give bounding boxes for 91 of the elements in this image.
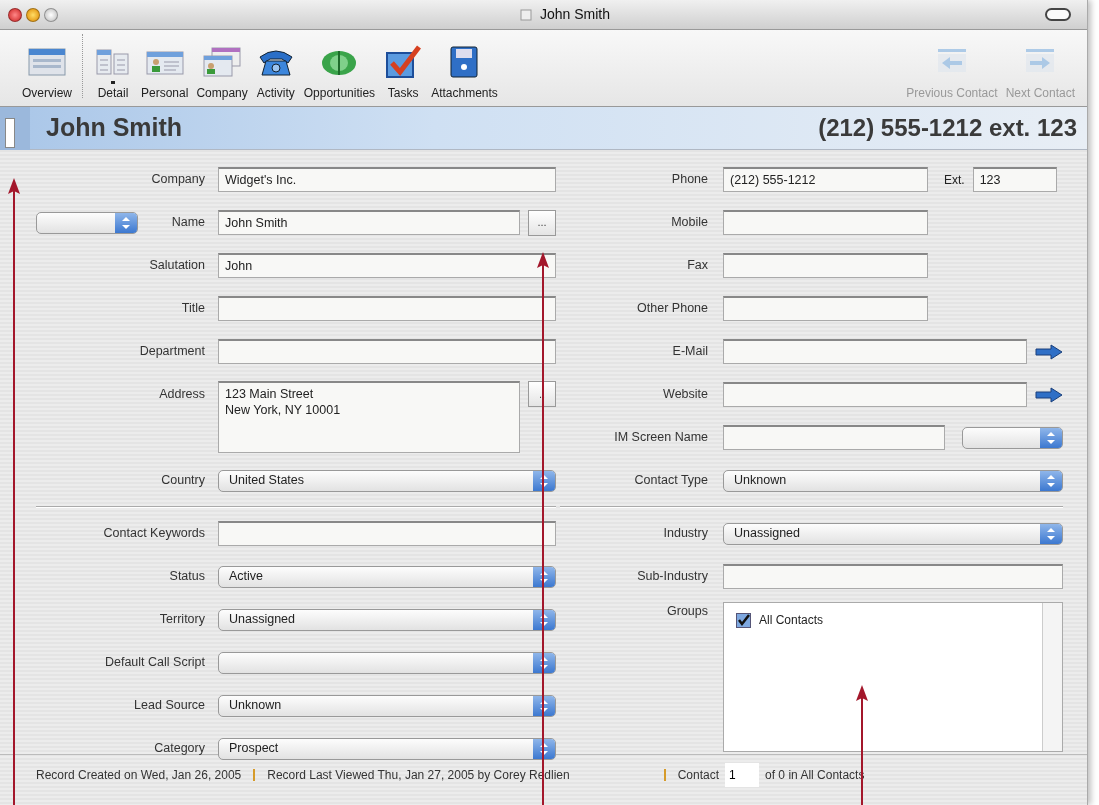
- more-button[interactable]: ..: [528, 381, 556, 407]
- stepper-icon: [540, 474, 548, 487]
- go-arrow-icon[interactable]: [1035, 387, 1063, 404]
- toolbar-button[interactable]: Detail: [89, 45, 137, 102]
- field-label: E-Mail: [672, 343, 708, 361]
- toolbar-button[interactable]: Opportunities: [299, 45, 380, 102]
- contact-phone-heading: (212) 555-1212 ext. 123: [818, 113, 1077, 143]
- dropdown[interactable]: Unassigned: [218, 608, 556, 631]
- stepper-icon: [540, 699, 548, 712]
- address-field[interactable]: 123 Main Street New York, NY 10001: [218, 381, 520, 453]
- stepper-icon: [1047, 474, 1055, 487]
- text-field[interactable]: [723, 564, 1063, 589]
- close-button[interactable]: [8, 7, 22, 22]
- zoom-button[interactable]: [44, 7, 58, 22]
- field-label: Industry: [663, 525, 708, 543]
- text-field[interactable]: [218, 521, 556, 546]
- dropdown[interactable]: Unassigned: [723, 522, 1063, 545]
- toolbar-button[interactable]: Tasks: [379, 45, 428, 102]
- text-field[interactable]: [723, 339, 1027, 364]
- field-label: Department: [139, 343, 205, 361]
- overview-icon: [27, 45, 67, 79]
- scrollbar[interactable]: [1042, 603, 1062, 751]
- window-title: John Smith: [540, 5, 611, 24]
- text-field[interactable]: John Smith: [218, 210, 520, 235]
- field-label: Name: [171, 214, 205, 232]
- field-label: Website: [663, 386, 708, 404]
- field-label: Title: [181, 300, 205, 318]
- status-text: Contact: [677, 766, 720, 784]
- field-label: Contact Keywords: [103, 525, 205, 543]
- text-field[interactable]: [723, 382, 1027, 407]
- field-label: Country: [161, 472, 205, 490]
- field-label: Territory: [159, 611, 205, 629]
- field-label: Category: [154, 740, 205, 758]
- toolbar-button[interactable]: Company: [192, 45, 252, 102]
- text-field[interactable]: [723, 425, 945, 450]
- field-label: Salutation: [149, 257, 205, 275]
- text-field[interactable]: [218, 339, 556, 364]
- stepper-icon: [540, 570, 548, 583]
- stepper-icon: [540, 613, 548, 626]
- field-label: Phone: [671, 171, 708, 189]
- text-field[interactable]: [218, 296, 556, 321]
- more-button[interactable]: ...: [528, 209, 556, 236]
- text-field[interactable]: 123: [972, 167, 1057, 192]
- dropdown[interactable]: Prospect: [218, 737, 556, 760]
- text-field[interactable]: [723, 296, 928, 321]
- dropdown[interactable]: Unknown: [723, 469, 1063, 492]
- stepper-icon: [1047, 527, 1055, 540]
- dropdown[interactable]: Active: [218, 565, 556, 588]
- status-text: Record Created on Wed, Jan 26, 2005: [36, 766, 242, 784]
- dropdown[interactable]: United States: [218, 469, 556, 492]
- field-label: Default Call Script: [104, 654, 205, 672]
- checkbox[interactable]: [736, 612, 751, 628]
- dropdown[interactable]: [36, 211, 138, 234]
- checkbox-icon: [383, 45, 424, 79]
- toolbar-button[interactable]: Attachments: [427, 45, 502, 102]
- text-field[interactable]: [723, 253, 928, 278]
- toolbar-button[interactable]: Personal: [137, 45, 193, 102]
- field-label: Ext.: [944, 171, 965, 189]
- text-field[interactable]: John: [218, 253, 556, 278]
- stepper-icon: [122, 216, 130, 229]
- minimize-button[interactable]: [26, 7, 40, 22]
- field-label: Groups: [667, 603, 708, 620]
- field-label: Company: [151, 171, 205, 189]
- stepper-icon: [1047, 431, 1055, 444]
- field-label: Other Phone: [637, 300, 708, 318]
- field-label: Fax: [687, 257, 708, 275]
- dropdown[interactable]: [218, 651, 556, 674]
- field-label: Lead Source: [134, 697, 205, 715]
- text-field[interactable]: Widget's Inc.: [218, 167, 556, 192]
- field-label: Mobile: [671, 214, 708, 232]
- document-icon: [520, 8, 532, 21]
- field-label: IM Screen Name: [614, 429, 708, 447]
- record-number-field[interactable]: 1: [725, 762, 760, 787]
- toolbar-button[interactable]: Activity: [251, 45, 300, 102]
- dropdown[interactable]: [962, 426, 1063, 449]
- stepper-icon: [540, 742, 548, 755]
- toolbar-button[interactable]: Overview: [18, 45, 76, 102]
- field-label: Address: [159, 386, 205, 403]
- text-field[interactable]: (212) 555-1212: [723, 167, 928, 192]
- contact-name-heading: John Smith: [46, 112, 183, 144]
- dropdown[interactable]: Unknown: [218, 694, 556, 717]
- field-label: Contact Type: [634, 472, 708, 490]
- stacked-cards-icon: [202, 45, 243, 79]
- field-label: Sub-Industry: [637, 568, 708, 586]
- go-arrow-icon[interactable]: [1035, 344, 1063, 361]
- stepper-icon: [540, 656, 548, 669]
- text-field[interactable]: [723, 210, 928, 235]
- drawer-handle[interactable]: [0, 106, 30, 150]
- toolbar-toggle-button[interactable]: [1045, 8, 1071, 21]
- field-label: Status: [169, 568, 205, 586]
- group-label: All Contacts: [759, 612, 824, 629]
